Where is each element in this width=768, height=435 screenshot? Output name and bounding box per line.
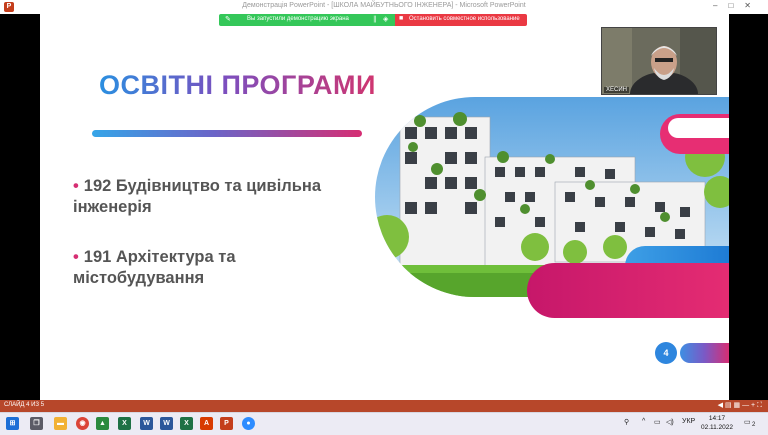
grid-view-icon[interactable]: ▦ <box>734 402 741 409</box>
bullet-dot-icon: • <box>73 248 79 266</box>
page-number-gradient-bar <box>680 343 729 363</box>
slide-heading: ОСВІТНІ ПРОГРАМИ <box>99 70 376 100</box>
zoom-minus-icon[interactable]: — <box>742 402 749 409</box>
excel-doc-icon[interactable]: X <box>180 417 193 430</box>
close-icon[interactable]: ✕ <box>744 1 762 10</box>
shield-icon[interactable]: ◈ <box>383 15 388 23</box>
minimize-icon[interactable]: – <box>713 1 728 10</box>
excel-icon[interactable]: X <box>118 417 131 430</box>
right-letterbox <box>729 14 768 400</box>
task-view-icon[interactable]: ❐ <box>30 417 43 430</box>
fit-slide-icon[interactable]: ⛶ <box>757 402 762 409</box>
language-indicator[interactable]: УКР <box>682 418 695 425</box>
left-letterbox <box>0 14 40 400</box>
file-explorer-icon[interactable]: ▬ <box>54 417 67 430</box>
notification-count: 2 <box>752 422 756 428</box>
tray-chevron-icon[interactable]: ^ <box>642 418 645 425</box>
zoom-plus-icon[interactable]: + <box>751 402 755 409</box>
menu-icon[interactable]: ▤ <box>725 402 732 409</box>
participant-video[interactable]: ХЕСИН <box>601 27 717 95</box>
taskbar-clock[interactable]: 14:17 02.11.2022 <box>700 414 734 432</box>
window-title: Демонстрація PowerPoint - [ШКОЛА МАЙБУТН… <box>242 2 526 9</box>
bullet-text: 191 Архітектура та містобудування <box>73 248 236 287</box>
notification-icon[interactable]: ▭ <box>744 418 751 426</box>
people-icon[interactable]: ⚲ <box>624 418 629 426</box>
bullet-item-191: • 191 Архітектура та містобудування <box>73 247 333 289</box>
app-green-icon[interactable]: ▲ <box>96 417 109 430</box>
window-controls[interactable]: –□✕ <box>713 1 762 10</box>
heading-gradient-rule <box>92 130 362 137</box>
acrobat-icon[interactable]: A <box>200 417 213 430</box>
word-icon[interactable]: W <box>140 417 153 430</box>
decor-white-curve <box>668 118 729 138</box>
clock-time: 14:17 <box>708 415 726 422</box>
pause-icon[interactable]: ∥ <box>373 15 377 23</box>
slide-page-number: 4 <box>655 342 677 364</box>
stop-sharing-button[interactable]: ■ Остановить совместное использование <box>395 14 527 26</box>
window-titlebar: P Демонстрація PowerPoint - [ШКОЛА МАЙБУ… <box>0 0 768 15</box>
sharing-status: ✎ Вы запустили демонстрацию экрана ∥ ◈ <box>219 14 395 26</box>
pin-icon[interactable]: ✎ <box>225 15 231 23</box>
slide-counter: СЛАЙД 4 ИЗ 5 <box>4 402 45 408</box>
participant-name-label: ХЕСИН <box>604 87 629 93</box>
bullet-item-192: • 192 Будівництво та цивільна інженерія <box>73 176 373 218</box>
stop-sharing-label: Остановить совместное использование <box>409 16 520 22</box>
maximize-icon[interactable]: □ <box>728 1 744 10</box>
powerpoint-taskbar-icon[interactable]: P <box>220 417 233 430</box>
volume-icon[interactable]: ◁) <box>666 418 674 426</box>
screen-share-banner: ✎ Вы запустили демонстрацию экрана ∥ ◈ ■… <box>219 14 527 26</box>
bullet-text: 192 Будівництво та цивільна інженерія <box>73 177 322 216</box>
sharing-status-text: Вы запустили демонстрацию экрана <box>247 16 349 22</box>
network-icon[interactable]: ▭ <box>654 418 661 426</box>
bullet-dot-icon: • <box>73 177 79 195</box>
participant-video-frame <box>602 28 716 94</box>
statusbar-controls: ◀ ▤ ▦ — + ⛶ <box>718 401 762 410</box>
stop-icon: ■ <box>399 15 404 22</box>
zoom-app-icon[interactable]: ● <box>242 417 255 430</box>
decor-pink-wave <box>527 263 729 318</box>
chrome-icon[interactable]: ◉ <box>76 417 89 430</box>
windows-start-icon[interactable]: ⊞ <box>6 417 19 430</box>
presenter-statusbar: СЛАЙД 4 ИЗ 5 ◀ ▤ ▦ — + ⛶ <box>0 400 768 412</box>
word-doc-icon[interactable]: W <box>160 417 173 430</box>
prev-slide-icon[interactable]: ◀ <box>718 402 723 409</box>
clock-date: 02.11.2022 <box>700 424 734 431</box>
windows-taskbar: ⊞ ❐ ▬ ◉ ▲ X W W X A P ● ⚲ ^ ▭ ◁) УКР 14:… <box>0 412 768 435</box>
